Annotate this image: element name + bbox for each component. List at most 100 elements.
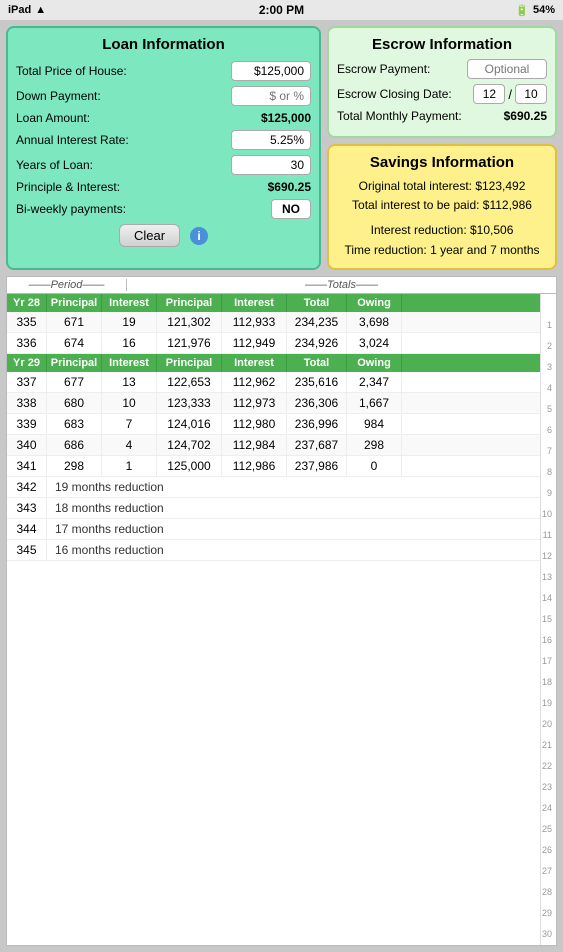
cell-total: 237,687 [287,435,347,455]
status-bar: iPad ▲ 2:00 PM 🔋 54% [0,0,563,20]
biweekly-row: Bi-weekly payments: NO [16,199,311,219]
savings-line-1: Original total interest: $123,492 [337,177,547,196]
reduction-num: 344 [7,519,47,539]
row-num: 27 [541,861,554,882]
cell-owing: 0 [347,456,402,476]
principle-interest-value: $690.25 [268,180,311,194]
escrow-closing-date-row: Escrow Closing Date: / [337,84,547,104]
down-payment-label: Down Payment: [16,89,101,103]
row-num: 7 [541,441,554,462]
total-col: Total [287,294,347,312]
escrow-payment-label: Escrow Payment: [337,62,430,76]
row-num: 12 [541,546,554,567]
row-num: 8 [541,462,554,483]
reduction-num: 345 [7,540,47,560]
interest-rate-input[interactable] [231,130,311,150]
cell-total: 234,926 [287,333,347,353]
tot-principal-col: Principal [157,294,222,312]
date-slash: / [508,87,512,102]
cell-num: 339 [7,414,47,434]
row-num: 2 [541,336,554,357]
biweekly-label: Bi-weekly payments: [16,202,126,216]
savings-panel-title: Savings Information [337,154,547,171]
row-num: 6 [541,420,554,441]
cell-num: 340 [7,435,47,455]
cell-num: 338 [7,393,47,413]
row-num: 10 [541,504,554,525]
row-num: 20 [541,714,554,735]
cell-tot-interest: 112,973 [222,393,287,413]
cell-interest: 19 [102,312,157,332]
total-monthly-row: Total Monthly Payment: $690.25 [337,109,547,123]
cell-tot-interest: 112,933 [222,312,287,332]
reduction-row: 344 17 months reduction [7,519,540,540]
cell-num: 337 [7,372,47,392]
top-panels: Loan Information Total Price of House: D… [6,26,557,270]
row-num [541,294,554,315]
row-num: 24 [541,798,554,819]
date-month-input[interactable] [473,84,505,104]
row-num: 15 [541,609,554,630]
down-payment-input[interactable] [231,86,311,106]
escrow-payment-input[interactable] [467,59,547,79]
yr29-owing-col: Owing [347,354,402,372]
cell-interest: 16 [102,333,157,353]
owing-col: Owing [347,294,402,312]
savings-line-3: Interest reduction: $10,506 [337,221,547,240]
cell-total: 234,235 [287,312,347,332]
cell-total: 236,996 [287,414,347,434]
years-loan-input[interactable] [231,155,311,175]
yr29-tot-interest-col: Interest [222,354,287,372]
row-num: 22 [541,756,554,777]
years-loan-row: Years of Loan: [16,155,311,175]
savings-line-4: Time reduction: 1 year and 7 months [337,241,547,260]
cell-principal: 683 [47,414,102,434]
cell-tot-principal: 122,653 [157,372,222,392]
cell-principal: 677 [47,372,102,392]
total-price-input[interactable] [231,61,311,81]
clear-button[interactable]: Clear [119,224,180,247]
cell-owing: 1,667 [347,393,402,413]
yr29-principal-col: Principal [47,354,102,372]
year-29-header: Yr 29 Principal Interest Principal Inter… [7,354,540,372]
status-time: 2:00 PM [259,3,304,17]
row-numbers: 1 2 3 4 5 6 7 8 9 10 11 12 13 14 1 [540,294,556,945]
total-price-label: Total Price of House: [16,64,127,78]
cell-interest: 13 [102,372,157,392]
row-num: 17 [541,651,554,672]
info-icon[interactable]: i [190,227,208,245]
table-row: 340 686 4 124,702 112,984 237,687 298 [7,435,540,456]
cell-principal: 686 [47,435,102,455]
reduction-row: 342 19 months reduction [7,477,540,498]
loan-panel: Loan Information Total Price of House: D… [6,26,321,270]
reduction-text: 18 months reduction [47,498,540,518]
cell-interest: 1 [102,456,157,476]
reduction-text: 19 months reduction [47,477,540,497]
table-row: 335 671 19 121,302 112,933 234,235 3,698 [7,312,540,333]
cell-owing: 298 [347,435,402,455]
row-num: 19 [541,693,554,714]
cell-tot-interest: 112,980 [222,414,287,434]
date-day-input[interactable] [515,84,547,104]
row-num: 13 [541,567,554,588]
cell-interest: 4 [102,435,157,455]
loan-amount-row: Loan Amount: $125,000 [16,111,311,125]
interest-rate-label: Annual Interest Rate: [16,133,129,147]
years-loan-label: Years of Loan: [16,158,93,172]
cell-owing: 984 [347,414,402,434]
biweekly-button[interactable]: NO [271,199,311,219]
cell-principal: 680 [47,393,102,413]
table-row: 336 674 16 121,976 112,949 234,926 3,024 [7,333,540,354]
main-content: Loan Information Total Price of House: D… [0,20,563,952]
table-row: 341 298 1 125,000 112,986 237,986 0 [7,456,540,477]
table-row: 338 680 10 123,333 112,973 236,306 1,667 [7,393,540,414]
down-payment-row: Down Payment: [16,86,311,106]
row-num: 23 [541,777,554,798]
cell-tot-interest: 112,986 [222,456,287,476]
reduction-text: 17 months reduction [47,519,540,539]
yr29-tot-principal-col: Principal [157,354,222,372]
row-num: 29 [541,903,554,924]
savings-panel: Savings Information Original total inter… [327,144,557,270]
battery-icon: 🔋 [515,4,529,17]
status-left: iPad ▲ [8,4,46,16]
